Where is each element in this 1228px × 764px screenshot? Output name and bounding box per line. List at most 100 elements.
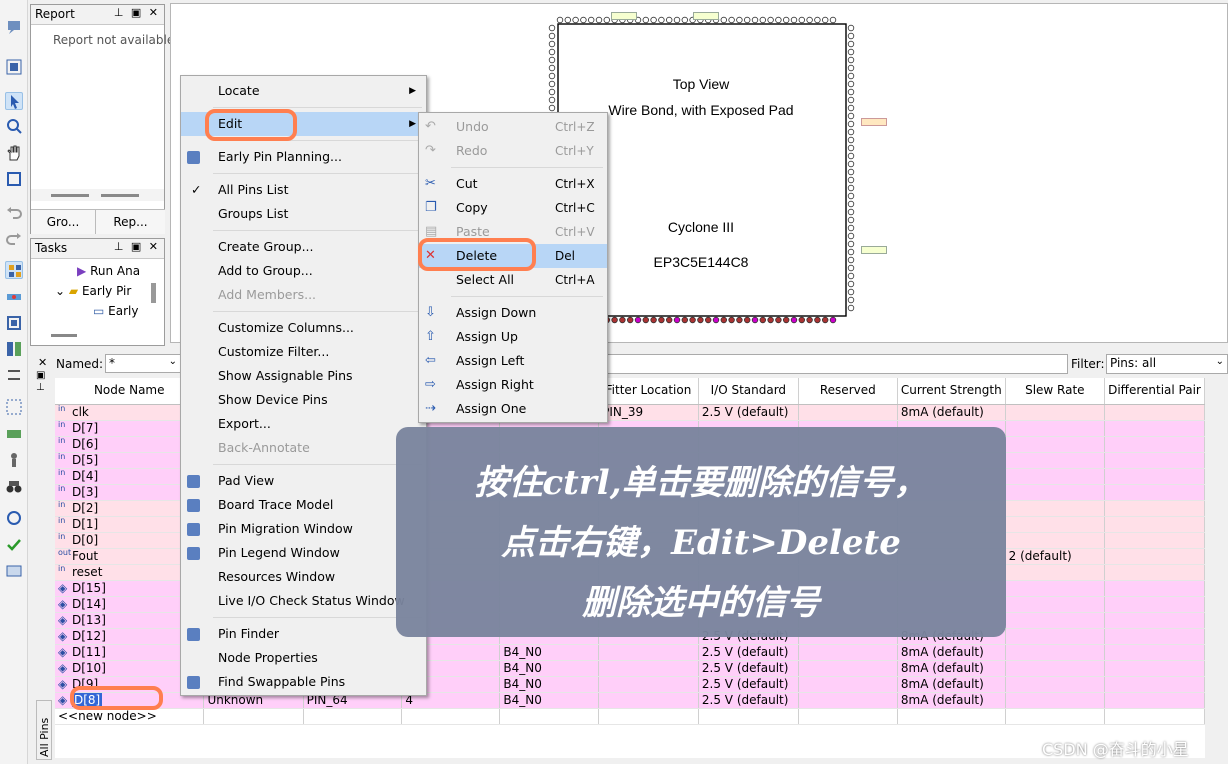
report-scrollbar[interactable] — [31, 189, 164, 201]
column-header[interactable]: Reserved — [798, 378, 898, 405]
column-header[interactable]: Current Strength — [897, 378, 1006, 405]
cell-diff[interactable] — [1104, 484, 1205, 501]
menu-item-show-assignable-pins[interactable]: Show Assignable Pins — [181, 364, 426, 388]
cell-diff[interactable] — [1104, 420, 1205, 437]
cell-diff[interactable] — [1104, 612, 1205, 629]
cell-slew[interactable] — [1005, 628, 1105, 645]
cell-slew[interactable] — [1005, 532, 1105, 549]
menu-item-board-trace-model[interactable]: Board Trace Model — [181, 493, 426, 517]
cell-slew[interactable] — [1005, 484, 1105, 501]
cell-slew[interactable] — [1005, 644, 1105, 661]
cell-reserved[interactable] — [798, 660, 898, 677]
menu-item-show-device-pins[interactable]: Show Device Pins — [181, 388, 426, 412]
pin-legend-icon[interactable] — [5, 451, 23, 469]
menu-item-export[interactable]: Export... — [181, 412, 426, 436]
tasks-scrollbar[interactable] — [151, 283, 156, 303]
task-item-run-analysis[interactable]: ▶ Run Ana — [77, 264, 140, 278]
cell-fitter[interactable] — [598, 676, 699, 693]
menu-item-customize-filter[interactable]: Customize Filter... — [181, 340, 426, 364]
pad-icon[interactable] — [5, 398, 23, 416]
menu-item-create-group[interactable]: Create Group... — [181, 235, 426, 259]
menu-item-live-i-o-check-status-window[interactable]: Live I/O Check Status Window — [181, 589, 426, 613]
cell-diff[interactable] — [1104, 660, 1205, 677]
edit-item-copy[interactable]: ❐ Copy Ctrl+C — [419, 196, 607, 220]
cell-diff[interactable] — [1104, 548, 1205, 565]
cell-io[interactable]: 2.5 V (default) — [698, 660, 799, 677]
cell-diff[interactable] — [1104, 596, 1205, 613]
task-item-early[interactable]: ▭ Early — [93, 304, 138, 318]
panel-controls[interactable]: ⊥ ▣ ✕ — [114, 240, 160, 253]
cell-diff[interactable] — [1104, 564, 1205, 581]
cell-reserved[interactable] — [798, 692, 898, 709]
tcl-console-icon[interactable] — [5, 18, 23, 36]
io-banks-icon[interactable] — [5, 340, 23, 358]
cell-slew[interactable] — [1005, 404, 1105, 421]
edit-item-assign-up[interactable]: ⇧ Assign Up — [419, 325, 607, 349]
cell-c5[interactable]: B4_N0 — [499, 692, 600, 709]
menu-item-find-swappable-pins[interactable]: Find Swappable Pins — [181, 670, 426, 694]
cell-diff[interactable] — [1104, 692, 1205, 709]
menu-item-pin-legend-window[interactable]: Pin Legend Window — [181, 541, 426, 565]
cell-fitter[interactable] — [598, 644, 699, 661]
cell-reserved[interactable] — [798, 676, 898, 693]
edit-item-assign-one[interactable]: ⇢ Assign One — [419, 397, 607, 421]
cell-slew[interactable] — [1005, 692, 1105, 709]
cell-diff[interactable] — [1104, 644, 1205, 661]
edit-item-assign-left[interactable]: ⇦ Assign Left — [419, 349, 607, 373]
cell-current[interactable]: 8mA (default) — [897, 692, 1006, 709]
io-icon[interactable] — [5, 562, 23, 580]
cell-diff[interactable] — [1104, 436, 1205, 453]
panel-controls[interactable]: ⊥ ▣ ✕ — [114, 6, 160, 19]
close-icon[interactable]: ✕ — [38, 356, 47, 369]
cell-current[interactable]: 8mA (default) — [897, 676, 1006, 693]
cell-slew[interactable] — [1005, 500, 1105, 517]
diff-pair-icon[interactable] — [5, 366, 23, 384]
menu-item-early-pin-planning[interactable]: Early Pin Planning... — [181, 145, 426, 169]
cell-io[interactable]: 2.5 V (default) — [698, 692, 799, 709]
tab-report[interactable]: Rep... — [95, 209, 165, 234]
cell-fitter[interactable] — [598, 660, 699, 677]
cell-fitter[interactable]: PIN_39 — [598, 404, 699, 421]
tab-groups[interactable]: Gro... — [31, 209, 95, 234]
tasks-hscrollbar[interactable] — [51, 334, 77, 337]
swap-icon[interactable] — [5, 509, 23, 527]
binoculars-icon[interactable] — [5, 477, 23, 495]
filter-combo[interactable]: Pins: all ⌄ — [1106, 354, 1228, 374]
hand-tool-icon[interactable] — [5, 144, 23, 162]
cell-slew[interactable] — [1005, 580, 1105, 597]
new-node-cell[interactable]: <<new node>> — [55, 708, 205, 725]
cell-diff[interactable] — [1104, 676, 1205, 693]
cell-slew[interactable] — [1005, 468, 1105, 485]
cell-io[interactable]: 2.5 V (default) — [698, 676, 799, 693]
menu-item-pin-finder[interactable]: Pin Finder — [181, 622, 426, 646]
task-item-early-pin[interactable]: ⌄ ▰ Early Pir — [55, 284, 131, 298]
menu-item-locate[interactable]: Locate ▶ — [181, 79, 426, 103]
column-header[interactable]: I/O Standard — [698, 378, 799, 405]
pin-panel-controls[interactable]: ▣ ⊥ — [36, 370, 50, 410]
named-combo[interactable]: * ⌄ — [105, 354, 181, 373]
cell-slew[interactable] — [1005, 612, 1105, 629]
menu-item-add-members[interactable]: Add Members... — [181, 283, 426, 307]
edit-item-assign-right[interactable]: ⇨ Assign Right — [419, 373, 607, 397]
check-icon[interactable] — [5, 536, 23, 554]
menu-item-all-pins-list[interactable]: ✓ All Pins List — [181, 178, 426, 202]
package-view-icon[interactable] — [5, 314, 23, 332]
cell-diff[interactable] — [1104, 628, 1205, 645]
board-icon[interactable] — [5, 425, 23, 443]
cell-reserved[interactable] — [798, 404, 898, 421]
cell-diff[interactable] — [1104, 404, 1205, 421]
zoom-icon[interactable] — [5, 117, 23, 135]
menu-item-add-to-group[interactable]: Add to Group... — [181, 259, 426, 283]
cell-slew[interactable] — [1005, 516, 1105, 533]
menu-item-customize-columns[interactable]: Customize Columns... — [181, 316, 426, 340]
cell-slew[interactable] — [1005, 676, 1105, 693]
cell-slew[interactable] — [1005, 452, 1105, 469]
cell-slew[interactable] — [1005, 436, 1105, 453]
edit-item-undo[interactable]: ↶ Undo Ctrl+Z — [419, 115, 607, 139]
menu-item-back-annotate[interactable]: Back-Annotate — [181, 436, 426, 460]
cell-c5[interactable]: B4_N0 — [499, 676, 600, 693]
cell-io[interactable]: 2.5 V (default) — [698, 644, 799, 661]
edit-item-redo[interactable]: ↷ Redo Ctrl+Y — [419, 139, 607, 163]
menu-item-pin-migration-window[interactable]: Pin Migration Window — [181, 517, 426, 541]
cell-slew[interactable] — [1005, 564, 1105, 581]
